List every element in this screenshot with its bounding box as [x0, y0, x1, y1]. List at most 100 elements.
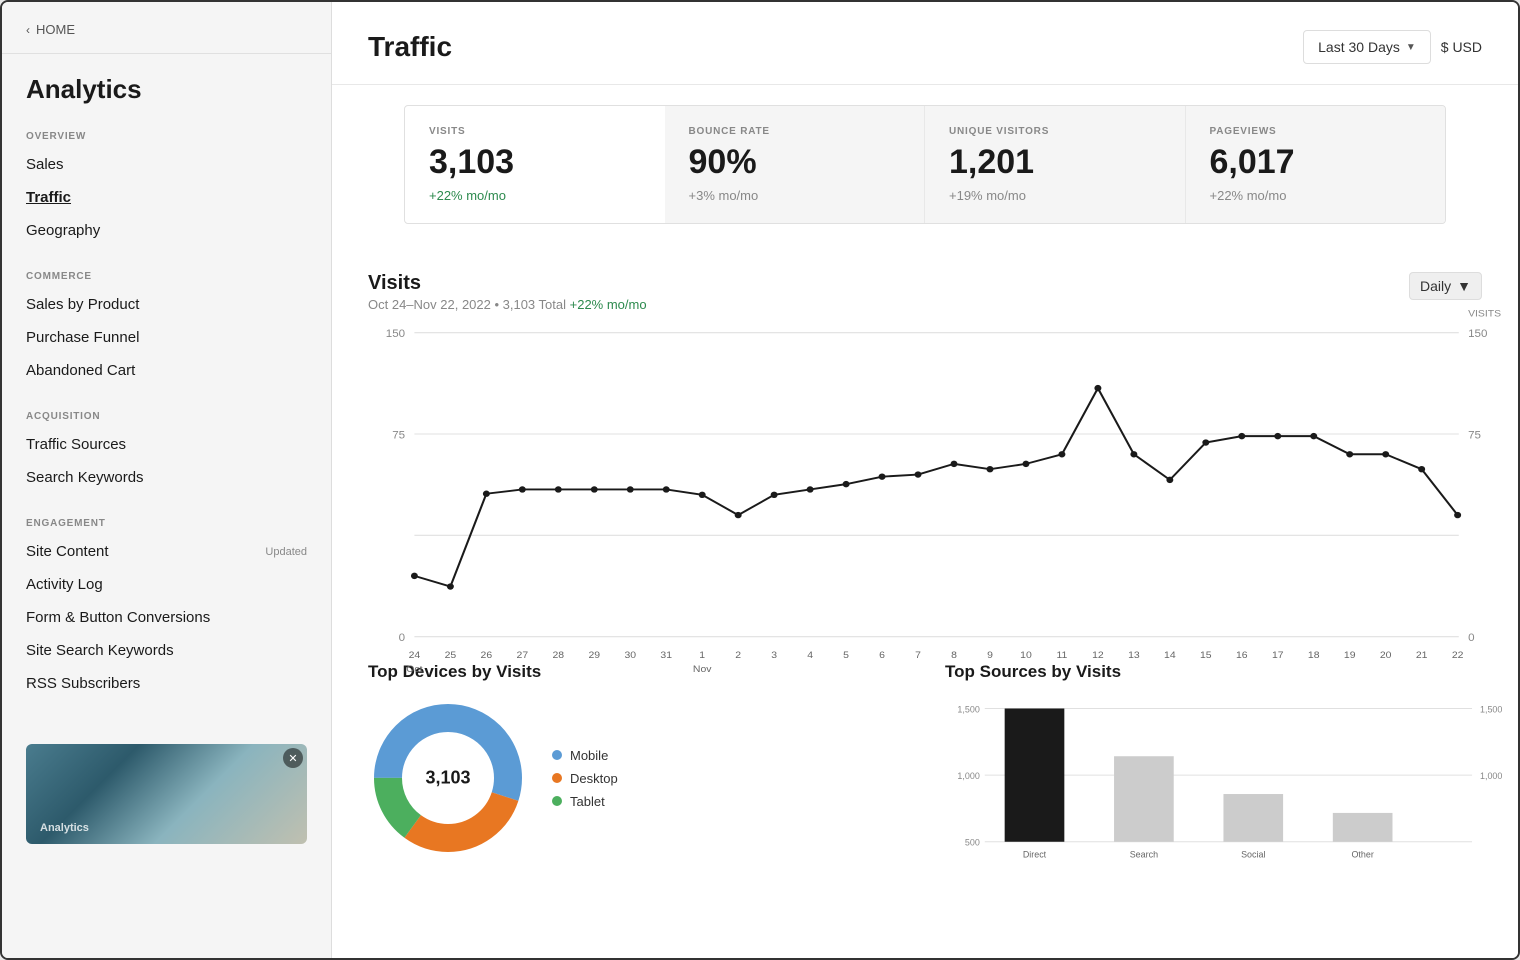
chevron-down-icon: ▼ — [1406, 42, 1416, 53]
section-label-commerce: COMMERCE — [2, 255, 331, 288]
svg-text:1: 1 — [699, 650, 705, 661]
stat-visits-value: 3,103 — [429, 143, 641, 182]
stats-grid: VISITS 3,103 +22% mo/mo BOUNCE RATE 90% … — [404, 105, 1446, 224]
svg-text:13: 13 — [1128, 650, 1140, 661]
chart-subtitle: Oct 24–Nov 22, 2022 • 3,103 Total +22% m… — [368, 297, 647, 312]
sidebar-item-geography[interactable]: Geography — [2, 214, 331, 247]
stat-unique-label: UNIQUE VISITORS — [949, 126, 1161, 137]
svg-text:20: 20 — [1380, 650, 1392, 661]
sidebar-section-acquisition: ACQUISITION Traffic Sources Search Keywo… — [2, 395, 331, 502]
svg-text:VISITS: VISITS — [1468, 309, 1501, 320]
sidebar-item-label: Traffic — [26, 189, 71, 206]
date-range-button[interactable]: Last 30 Days ▼ — [1303, 30, 1431, 64]
svg-text:Other: Other — [1351, 850, 1373, 860]
svg-text:24: 24 — [409, 650, 421, 661]
bottom-charts: Top Devices by Visits — [332, 662, 1518, 931]
mobile-dot — [552, 750, 562, 760]
sidebar-item-label: Activity Log — [26, 576, 103, 593]
sidebar-promo-image: Analytics ✕ — [2, 728, 331, 844]
bar-chart-title: Top Sources by Visits — [945, 662, 1482, 682]
close-promo-button[interactable]: ✕ — [283, 748, 303, 768]
svg-text:Nov: Nov — [693, 664, 712, 675]
sidebar-item-rss-subscribers[interactable]: RSS Subscribers — [2, 667, 331, 700]
svg-text:4: 4 — [807, 650, 813, 661]
svg-text:27: 27 — [517, 650, 529, 661]
svg-text:Search: Search — [1130, 850, 1158, 860]
tablet-label: Tablet — [570, 794, 605, 809]
mobile-label: Mobile — [570, 748, 608, 763]
chevron-left-icon: ‹ — [26, 23, 30, 37]
sidebar-item-activity-log[interactable]: Activity Log — [2, 568, 331, 601]
svg-text:2: 2 — [735, 650, 741, 661]
sidebar-item-label: Form & Button Conversions — [26, 609, 210, 626]
bar-chart-wrap: 1,500 1,000 500 1,500 1,000 — [945, 698, 1482, 903]
main-content: Traffic Last 30 Days ▼ $ USD VISITS 3,10… — [332, 2, 1518, 958]
desktop-label: Desktop — [570, 771, 618, 786]
date-range-label: Last 30 Days — [1318, 39, 1400, 55]
stat-unique-change: +19% mo/mo — [949, 188, 1161, 203]
home-nav[interactable]: ‹ HOME — [2, 2, 331, 54]
page-title: Traffic — [368, 31, 452, 63]
stat-visits-label: VISITS — [429, 126, 641, 137]
sidebar-item-site-content[interactable]: Site Content Updated — [2, 535, 331, 568]
sidebar-item-label: Purchase Funnel — [26, 329, 139, 346]
svg-text:14: 14 — [1164, 650, 1176, 661]
svg-text:31: 31 — [660, 650, 672, 661]
svg-text:29: 29 — [588, 650, 600, 661]
svg-text:75: 75 — [1468, 430, 1481, 441]
svg-text:11: 11 — [1057, 650, 1068, 661]
sidebar-item-label: RSS Subscribers — [26, 675, 140, 692]
tablet-dot — [552, 796, 562, 806]
stat-pageviews-value: 6,017 — [1210, 143, 1422, 182]
sidebar-item-abandoned-cart[interactable]: Abandoned Cart — [2, 354, 331, 387]
line-chart-section: Visits Oct 24–Nov 22, 2022 • 3,103 Total… — [332, 244, 1518, 662]
svg-text:16: 16 — [1236, 650, 1248, 661]
svg-text:1,000: 1,000 — [957, 771, 979, 781]
sidebar-item-sales[interactable]: Sales — [2, 148, 331, 181]
svg-text:Oct: Oct — [406, 664, 422, 675]
stat-visits-change: +22% mo/mo — [429, 188, 641, 203]
sidebar-item-label: Traffic Sources — [26, 436, 126, 453]
chevron-down-icon: ▼ — [1457, 278, 1471, 294]
sidebar-item-sales-by-product[interactable]: Sales by Product — [2, 288, 331, 321]
section-label-acquisition: ACQUISITION — [2, 395, 331, 428]
svg-text:1,500: 1,500 — [1480, 704, 1502, 714]
legend-mobile: Mobile — [552, 748, 618, 763]
svg-text:0: 0 — [1468, 632, 1474, 643]
svg-text:21: 21 — [1416, 650, 1428, 661]
sidebar-item-form-button-conversions[interactable]: Form & Button Conversions — [2, 601, 331, 634]
sidebar-item-label: Abandoned Cart — [26, 362, 135, 379]
section-label-engagement: ENGAGEMENT — [2, 502, 331, 535]
donut-chart-section: Top Devices by Visits — [368, 662, 905, 903]
bar-search — [1114, 756, 1174, 842]
sidebar-section-engagement: ENGAGEMENT Site Content Updated Activity… — [2, 502, 331, 708]
svg-text:150: 150 — [1468, 328, 1487, 339]
svg-text:7: 7 — [915, 650, 921, 661]
svg-text:17: 17 — [1272, 650, 1284, 661]
svg-text:9: 9 — [987, 650, 993, 661]
svg-text:Direct: Direct — [1023, 850, 1047, 860]
chart-highlight: +22% mo/mo — [570, 297, 647, 312]
stats-container: VISITS 3,103 +22% mo/mo BOUNCE RATE 90% … — [332, 85, 1518, 244]
sidebar-item-site-search-keywords[interactable]: Site Search Keywords — [2, 634, 331, 667]
donut-legend: Mobile Desktop Tablet — [552, 748, 618, 809]
svg-text:0: 0 — [399, 632, 405, 643]
sidebar: ‹ HOME Analytics OVERVIEW Sales Traffic … — [2, 2, 332, 958]
svg-text:5: 5 — [843, 650, 849, 661]
stat-unique-value: 1,201 — [949, 143, 1161, 182]
sidebar-section-commerce: COMMERCE Sales by Product Purchase Funne… — [2, 255, 331, 395]
stat-pageviews-label: PAGEVIEWS — [1210, 126, 1422, 137]
sidebar-item-purchase-funnel[interactable]: Purchase Funnel — [2, 321, 331, 354]
svg-text:150: 150 — [386, 328, 405, 339]
header-controls: Last 30 Days ▼ $ USD — [1303, 30, 1482, 64]
main-header: Traffic Last 30 Days ▼ $ USD — [332, 2, 1518, 85]
svg-text:18: 18 — [1308, 650, 1320, 661]
sidebar-item-search-keywords[interactable]: Search Keywords — [2, 461, 331, 494]
sidebar-item-traffic-sources[interactable]: Traffic Sources — [2, 428, 331, 461]
sidebar-item-traffic[interactable]: Traffic — [2, 181, 331, 214]
sidebar-title: Analytics — [2, 54, 331, 115]
chart-interval-button[interactable]: Daily ▼ — [1409, 272, 1482, 300]
desktop-dot — [552, 773, 562, 783]
app-frame: ‹ HOME Analytics OVERVIEW Sales Traffic … — [0, 0, 1520, 960]
svg-text:Social: Social — [1241, 850, 1265, 860]
